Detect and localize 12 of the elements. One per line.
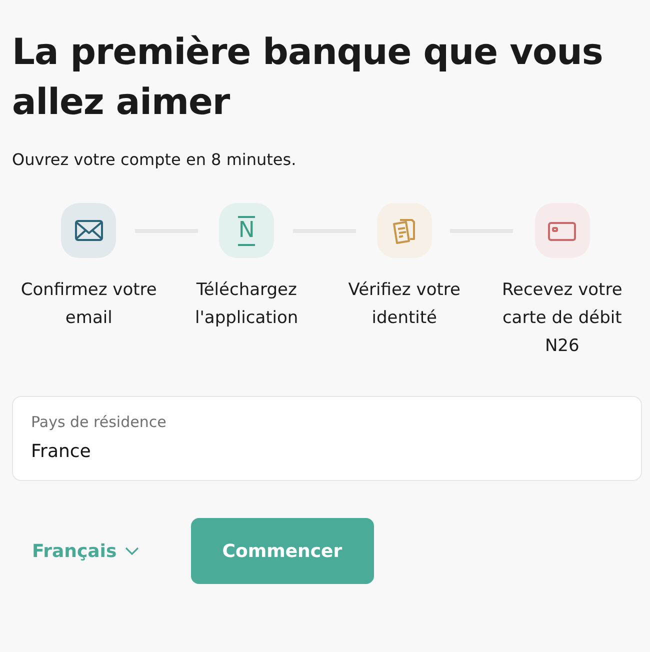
- country-field[interactable]: Pays de résidence France: [12, 396, 642, 481]
- field-label: Pays de résidence: [31, 413, 168, 431]
- chevron-down-icon: [124, 547, 139, 555]
- field-value: France: [31, 441, 92, 462]
- language-dropdown[interactable]: Français: [32, 540, 139, 562]
- step-label: Vérifiez votre identité: [347, 279, 462, 330]
- step-label: Confirmez votre email: [20, 279, 158, 330]
- page-title: La première banque que vous allez aimer: [12, 31, 604, 125]
- subtitle: Ouvrez votre compte en 8 minutes.: [12, 150, 298, 169]
- start-button[interactable]: Commencer: [190, 518, 374, 584]
- step-label: Téléchargez l'application: [194, 279, 300, 330]
- step-label: Recevez votre carte de débit N26: [500, 279, 624, 358]
